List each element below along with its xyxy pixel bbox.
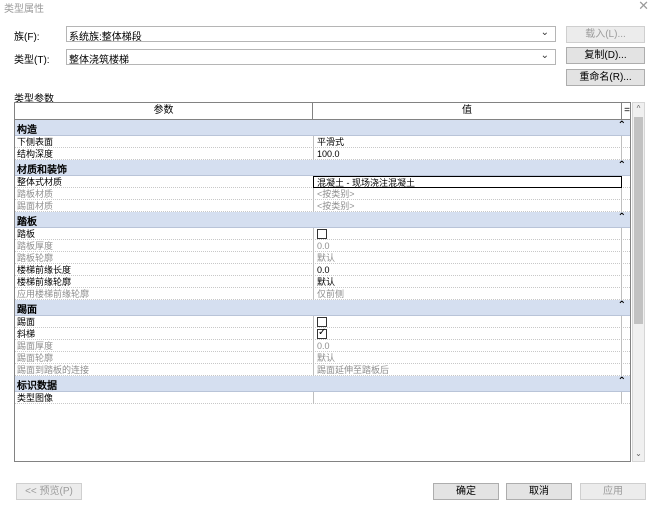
param-name: 楼梯前缘轮廓	[17, 277, 72, 287]
cancel-button[interactable]: 取消	[506, 483, 572, 500]
param-name: 踏板材质	[17, 189, 54, 199]
collapse-icon[interactable]: ⌃	[618, 160, 626, 171]
riser-checkbox[interactable]	[317, 317, 327, 327]
param-value[interactable]: 0.0	[313, 264, 622, 276]
family-label: 族(F):	[14, 32, 40, 43]
param-value	[313, 228, 622, 240]
param-name: 踢面到踏板的连接	[17, 365, 90, 375]
type-label: 类型(T):	[14, 55, 50, 66]
param-value[interactable]: 默认	[313, 276, 622, 288]
group-label: 标识数据	[17, 381, 57, 392]
table-row[interactable]: 整体式材质 混凝土 - 现场浇注混凝土	[15, 176, 630, 188]
table-row[interactable]: 楼梯前缘长度 0.0	[15, 264, 630, 276]
type-value: 整体浇筑楼梯	[69, 55, 129, 66]
collapse-icon[interactable]: ⌃	[618, 212, 626, 223]
group-header-treads[interactable]: 踏板 ⌃	[15, 212, 630, 228]
group-label: 构造	[17, 125, 37, 136]
ok-button[interactable]: 确定	[433, 483, 499, 500]
table-row[interactable]: 踏板材质 <按类别>	[15, 188, 630, 200]
chevron-down-icon: ⌄	[540, 50, 549, 61]
preview-button[interactable]: << 预览(P)	[16, 483, 82, 500]
param-value[interactable]: <按类别>	[313, 188, 622, 200]
param-value[interactable]: 0.0	[313, 340, 622, 352]
param-name: 踏板	[17, 229, 36, 239]
grid-header: 参数 值 =	[15, 103, 630, 120]
table-row[interactable]: 结构深度 100.0	[15, 148, 630, 160]
param-name: 结构深度	[17, 149, 54, 159]
param-name: 踢面材质	[17, 201, 54, 211]
window-title: 类型属性	[4, 4, 44, 15]
grid-rows: 构造 ⌃ 下侧表面 平滑式 结构深度 100.0 材质和装饰 ⌃ 整体式材质 混…	[15, 120, 630, 404]
param-value[interactable]: 100.0	[313, 148, 622, 160]
param-name: 踢面厚度	[17, 341, 54, 351]
table-row[interactable]: 应用楼梯前缘轮廓 仅前侧	[15, 288, 630, 300]
table-row[interactable]: 踏板厚度 0.0	[15, 240, 630, 252]
param-value[interactable]: 平滑式	[313, 136, 622, 148]
param-name: 踢面轮廓	[17, 353, 54, 363]
table-row[interactable]: 踢面到踏板的连接 踢面延伸至踏板后	[15, 364, 630, 376]
scroll-down-icon[interactable]: ⌄	[633, 449, 644, 460]
group-header-construction[interactable]: 构造 ⌃	[15, 120, 630, 136]
chevron-down-icon: ⌄	[540, 27, 549, 38]
param-name: 类型图像	[17, 393, 54, 403]
param-name: 斜梯	[17, 329, 36, 339]
param-name: 踏板厚度	[17, 241, 54, 251]
column-header-equals[interactable]: =	[622, 103, 630, 120]
param-value	[313, 327, 622, 340]
param-value	[313, 316, 622, 328]
param-name: 下侧表面	[17, 137, 54, 147]
table-row[interactable]: 下侧表面 平滑式	[15, 136, 630, 148]
group-header-risers[interactable]: 踢面 ⌃	[15, 300, 630, 316]
collapse-icon[interactable]: ⌃	[618, 300, 626, 311]
param-value-selected[interactable]: 混凝土 - 现场浇注混凝土	[313, 176, 622, 188]
group-label: 踢面	[17, 305, 37, 316]
group-label: 材质和装饰	[17, 165, 67, 176]
param-value[interactable]: 0.0	[313, 240, 622, 252]
slanted-checkbox[interactable]	[317, 327, 327, 339]
scroll-up-icon[interactable]: ^	[633, 104, 644, 115]
column-header-value[interactable]: 值	[313, 103, 622, 120]
param-value[interactable]: 踢面延伸至踏板后	[313, 364, 622, 376]
collapse-icon[interactable]: ⌃	[618, 376, 626, 387]
param-value[interactable]: <按类别>	[313, 200, 622, 212]
apply-button[interactable]: 应用	[580, 483, 646, 500]
group-header-identity-data[interactable]: 标识数据 ⌃	[15, 376, 630, 392]
table-row[interactable]: 踏板轮廓 默认	[15, 252, 630, 264]
table-row[interactable]: 踏板	[15, 228, 630, 240]
table-row[interactable]: 斜梯	[15, 327, 630, 340]
family-select[interactable]: 系统族:整体梯段 ⌄	[66, 26, 556, 43]
scrollbar-thumb[interactable]	[634, 117, 643, 324]
table-row[interactable]: 类型图像	[15, 392, 630, 404]
rename-button[interactable]: 重命名(R)...	[566, 69, 645, 86]
collapse-icon[interactable]: ⌃	[618, 120, 626, 131]
family-value: 系统族:整体梯段	[69, 32, 142, 43]
param-name: 楼梯前缘长度	[17, 265, 72, 275]
table-row[interactable]: 踢面轮廓 默认	[15, 352, 630, 364]
param-value[interactable]: 默认	[313, 252, 622, 264]
title-bar: 类型属性 ✕	[0, 0, 657, 15]
type-select[interactable]: 整体浇筑楼梯 ⌄	[66, 49, 556, 66]
group-label: 踏板	[17, 217, 37, 228]
table-row[interactable]: 踢面材质 <按类别>	[15, 200, 630, 212]
close-icon[interactable]: ✕	[638, 0, 649, 14]
param-name: 踢面	[17, 317, 36, 327]
param-name: 整体式材质	[17, 177, 63, 187]
table-row[interactable]: 踢面厚度 0.0	[15, 340, 630, 352]
param-value[interactable]: 默认	[313, 352, 622, 364]
treads-checkbox[interactable]	[317, 229, 327, 239]
vertical-scrollbar[interactable]: ^ ⌄	[632, 102, 645, 462]
duplicate-button[interactable]: 复制(D)...	[566, 47, 645, 64]
column-header-parameter[interactable]: 参数	[15, 103, 313, 120]
param-name: 应用楼梯前缘轮廓	[17, 289, 90, 299]
param-value[interactable]: 仅前侧	[313, 288, 622, 300]
param-value[interactable]	[313, 392, 622, 404]
group-header-materials[interactable]: 材质和装饰 ⌃	[15, 160, 630, 176]
load-button[interactable]: 载入(L)...	[566, 26, 645, 43]
parameter-grid: 参数 值 = 构造 ⌃ 下侧表面 平滑式 结构深度 100.0 材质和装饰 ⌃ …	[14, 102, 631, 462]
param-name: 踏板轮廓	[17, 253, 54, 263]
table-row[interactable]: 楼梯前缘轮廓 默认	[15, 276, 630, 288]
